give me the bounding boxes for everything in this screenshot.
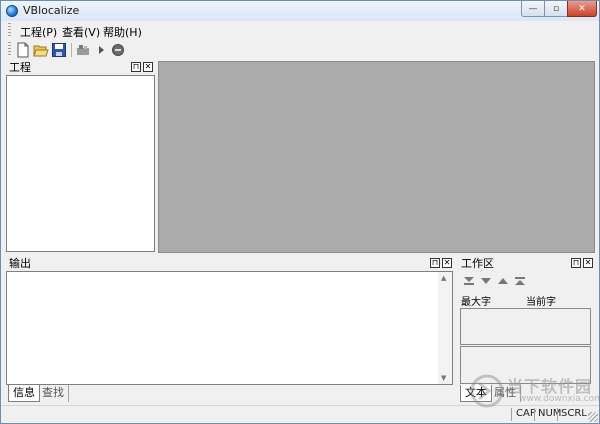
output-pane-title: 输出 [9, 257, 31, 270]
move-up-icon[interactable] [496, 275, 510, 287]
close-icon[interactable]: ✕ [583, 258, 593, 268]
output-pane-header: 输出 ⊓ ✕ [6, 257, 453, 270]
project-tree[interactable] [6, 75, 155, 252]
workspace-field-text[interactable] [460, 346, 591, 384]
toolbar-grip[interactable] [8, 42, 11, 57]
toolbar [1, 40, 599, 60]
tab-text[interactable]: 文本 [460, 385, 492, 402]
menu-help[interactable]: 帮助(H) [103, 24, 142, 40]
menu-bar: 工程(P) 查看(V) 帮助(H) [1, 21, 599, 40]
scroll-down-icon[interactable]: ▼ [441, 374, 446, 382]
build-icon[interactable] [75, 42, 91, 58]
workspace-pane-title: 工作区 [461, 257, 494, 270]
pin-icon[interactable]: ⊓ [571, 258, 581, 268]
move-down-icon[interactable] [479, 275, 493, 287]
application-window: VBlocalize — ▫ ✕ 工程(P) 查看(V) 帮助(H) 工程 ⊓ … [0, 0, 600, 424]
new-file-icon[interactable] [15, 42, 31, 58]
stop-icon[interactable] [110, 42, 126, 58]
close-icon[interactable]: ✕ [143, 62, 153, 72]
minimize-icon: — [528, 4, 538, 14]
maximize-icon: ▫ [552, 4, 560, 14]
pin-icon[interactable]: ⊓ [131, 62, 141, 72]
tab-info[interactable]: 信息 [8, 385, 40, 402]
vertical-scrollbar[interactable]: ▲ ▼ [438, 272, 452, 384]
column-max-chars: 最大字 [461, 297, 491, 308]
minimize-button[interactable]: — [521, 1, 545, 17]
save-icon[interactable] [51, 42, 67, 58]
tab-find[interactable]: 查找 [38, 385, 69, 402]
close-button[interactable]: ✕ [567, 1, 597, 17]
workspace-field-max[interactable] [460, 308, 591, 345]
workspace-toolbar [459, 273, 593, 289]
column-current-chars: 当前字 [526, 297, 556, 308]
workspace-pane-header: 工作区 ⊓ ✕ [458, 257, 595, 270]
output-tabs: 信息 查找 [6, 385, 453, 403]
status-separator [534, 408, 535, 421]
status-caps-lock: CAP [516, 408, 536, 419]
resize-grip[interactable] [588, 412, 598, 422]
menu-project[interactable]: 工程(P) [20, 24, 57, 40]
menu-view[interactable]: 查看(V) [62, 24, 100, 40]
project-pane-header: 工程 ⊓ ✕ [6, 61, 155, 74]
status-separator [511, 408, 512, 421]
pin-icon[interactable]: ⊓ [430, 258, 440, 268]
run-icon[interactable] [93, 42, 109, 58]
menubar-grip[interactable] [8, 23, 11, 38]
workspace-tabs: 文本 属性 [458, 385, 595, 403]
project-pane-title: 工程 [9, 61, 31, 74]
document-area[interactable] [158, 61, 595, 253]
status-separator [557, 408, 558, 421]
output-text-area[interactable]: ▲ ▼ [6, 271, 453, 385]
title-bar[interactable]: VBlocalize — ▫ ✕ [1, 1, 599, 21]
tab-properties[interactable]: 属性 [490, 385, 521, 402]
close-icon: ✕ [578, 4, 586, 14]
status-scroll-lock: SCRL [561, 408, 587, 419]
workspace-column-headers: 最大字 当前字 [459, 291, 593, 308]
move-bottom-icon[interactable] [462, 275, 476, 287]
maximize-button[interactable]: ▫ [544, 1, 568, 17]
status-bar: CAP NUM SCRL [1, 405, 599, 423]
scroll-up-icon[interactable]: ▲ [441, 274, 446, 282]
close-icon[interactable]: ✕ [442, 258, 452, 268]
move-top-icon[interactable] [513, 275, 527, 287]
app-icon [6, 5, 18, 17]
open-folder-icon[interactable] [33, 42, 49, 58]
toolbar-separator [71, 43, 72, 57]
window-title: VBlocalize [23, 4, 80, 17]
